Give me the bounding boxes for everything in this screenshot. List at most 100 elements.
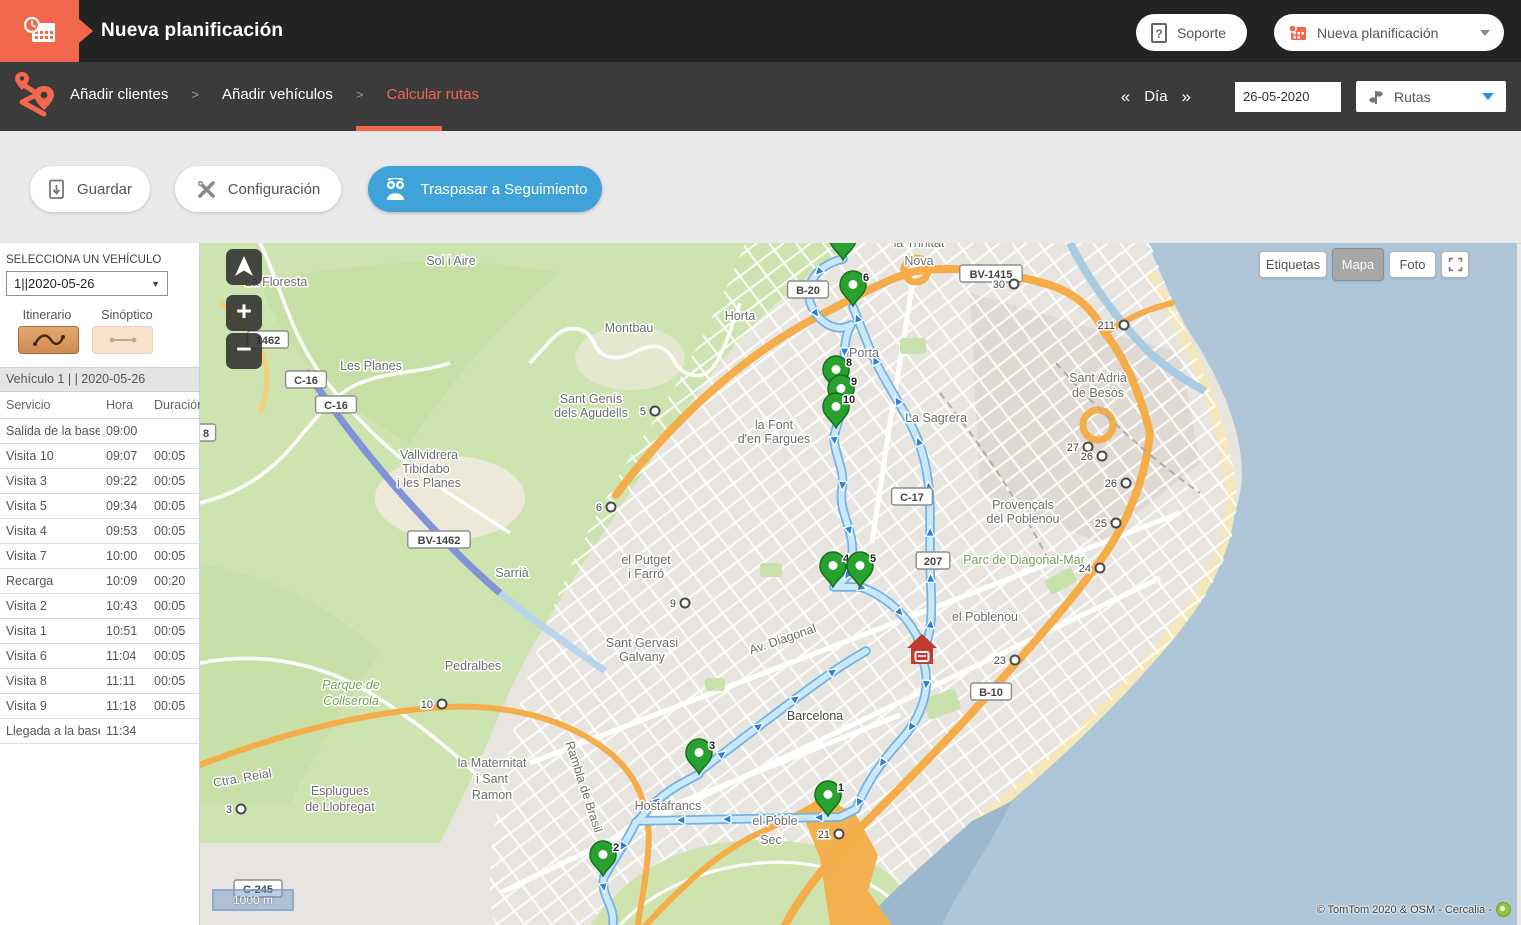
map-scale-bar: 1000 m [212,889,294,911]
breadcrumb-separator: > [191,87,199,102]
svg-text:21: 21 [818,829,830,841]
col-servicio: Servicio [0,392,100,419]
itinerary-row[interactable]: Visita 1009:0700:05 [0,444,206,469]
photo-view-button[interactable]: Foto [1389,251,1436,278]
exit-circle [607,503,616,512]
exit-circle [1122,479,1131,488]
new-planning-dropdown[interactable]: Nueva planificación [1274,14,1504,51]
svg-text:BV-1462: BV-1462 [418,535,461,547]
map-place-label: la Trinitat [894,243,945,250]
svg-text:8: 8 [203,428,209,440]
synoptic-toggle-button[interactable] [92,326,153,354]
svg-text:24: 24 [1079,563,1091,575]
routes-dropdown[interactable]: Rutas [1356,81,1506,112]
map-place-label: Parque de [322,678,380,692]
map-place-label: el Poblenou [952,610,1018,624]
map-attribution: © TomTom 2020 & OSM - Cercalia - [1317,902,1511,917]
next-day-button[interactable]: » [1179,87,1194,107]
itinerary-row[interactable]: Recarga10:0900:20 [0,569,206,594]
svg-text:9: 9 [670,598,676,610]
vehicle-select[interactable]: 1||2020-05-26 ▼ [6,271,168,296]
exit-circle [681,599,690,608]
compass-button[interactable] [226,249,262,285]
map-place-label: i les Planes [397,476,461,490]
itinerary-row[interactable]: Visita 911:1800:05 [0,694,206,719]
map-place-label: de Besòs [1072,386,1124,400]
exit-circle [1120,321,1129,330]
map-place-label: el Putget [621,553,671,567]
svg-text:3: 3 [709,740,715,752]
fullscreen-button[interactable] [1441,251,1469,278]
map-place-label: i Farró [628,567,664,581]
itinerary-row[interactable]: Visita 110:5100:05 [0,619,206,644]
zoom-in-button[interactable]: + [226,295,262,331]
map-place-label: Esplugues [311,784,369,798]
map-view-button[interactable]: Mapa [1332,248,1384,281]
chevron-down-icon [1480,30,1490,36]
map-place-label: Galvany [619,650,666,664]
settings-button[interactable]: Configuración [175,166,341,212]
app-logo [0,0,79,62]
support-button[interactable]: ? Soporte [1136,14,1247,51]
col-duracion: Duración [148,392,206,419]
step-calc-routes[interactable]: Calcular rutas [386,86,479,103]
svg-text:BV-1415: BV-1415 [970,269,1013,281]
svg-text:B-10: B-10 [979,687,1003,699]
cercalia-logo-icon [1496,902,1511,917]
top-header: Nueva planificación ? Soporte Nueva plan… [0,0,1521,62]
map-place-label: Barcelona [787,709,843,723]
map-place-label: Nova [904,254,933,268]
map-place-label: Porta [849,346,879,360]
itinerary-label: Itinerario [14,308,80,322]
svg-text:C-16: C-16 [324,400,348,412]
itinerary-header-row: Servicio Hora Duración [0,392,206,419]
svg-text:26: 26 [1105,478,1117,490]
map-canvas[interactable]: La FlorestaSol i AireLes PlanesSant Gení… [200,243,1517,925]
svg-text:1: 1 [838,782,844,794]
vehicle-sidebar: SELECCIONA UN VEHÍCULO 1||2020-05-26 ▼ I… [0,243,200,925]
view-toggle-labels: Itinerario Sinóptico [14,308,199,322]
tools-icon [196,179,217,200]
save-button[interactable]: Guardar [30,166,150,212]
prev-day-button[interactable]: « [1118,87,1133,107]
actions-toolbar: Guardar Configuración Traspasar a Seguim… [0,131,1521,244]
map-place-label: Vallvidrera [400,448,458,462]
map-place-label: Les Planes [340,359,402,373]
itinerary-toggle-button[interactable] [18,326,79,354]
svg-text:10: 10 [843,394,855,406]
map-place-label: Sol i Aire [426,254,475,268]
map-place-label: el Poble [752,814,797,828]
step-add-vehicles[interactable]: Añadir vehículos [222,86,333,103]
itinerary-row[interactable]: Visita 409:5300:05 [0,519,206,544]
itinerary-row[interactable]: Visita 309:2200:05 [0,469,206,494]
svg-text:3: 3 [226,804,232,816]
svg-text:26: 26 [1081,451,1093,463]
labels-toggle-button[interactable]: Etiquetas [1259,251,1327,278]
fullscreen-icon [1448,257,1463,272]
svg-text:5: 5 [640,406,646,418]
itinerary-row[interactable]: Salida de la base09:00 [0,419,206,444]
map-place-label: Sant Gervasi [606,636,678,650]
map-place-label: dels Agudells [554,406,628,420]
map-place-label: Sec [760,833,782,847]
route-pins-icon [8,68,60,126]
svg-text:8: 8 [846,357,852,369]
transfer-to-tracking-button[interactable]: Traspasar a Seguimiento [368,166,602,212]
road-shield: C-16 [316,396,357,413]
exit-circle [237,805,246,814]
date-input[interactable] [1235,82,1341,112]
map-place-label: Parc de Diagonal-Mar [963,553,1085,567]
zoom-out-button[interactable]: − [226,333,262,369]
itinerary-row[interactable]: Visita 811:1100:05 [0,669,206,694]
step-add-clients[interactable]: Añadir clientes [70,86,168,103]
itinerary-row[interactable]: Visita 509:3400:05 [0,494,206,519]
svg-text:27: 27 [1067,442,1079,454]
itinerary-row[interactable]: Llegada a la base11:34 [0,719,206,744]
map-place-label: Sant Adrià [1069,371,1127,385]
itinerary-row[interactable]: Visita 710:0000:05 [0,544,206,569]
map-place-label: Collserola [323,694,379,708]
road-shield: B-20 [788,281,829,298]
itinerary-row[interactable]: Visita 210:4300:05 [0,594,206,619]
itinerary-row[interactable]: Visita 611:0400:05 [0,644,206,669]
svg-text:6: 6 [596,502,602,514]
